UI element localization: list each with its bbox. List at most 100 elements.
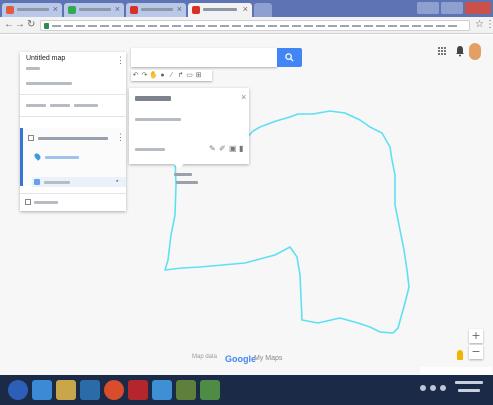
map-canvas[interactable]: Untitled map ⋮ ⋮ ▪ ↶ ↷ ✋ ● ∕ ↱ ▭ ⊞ × ✎ ✐… [0,35,493,375]
map-title[interactable]: Untitled map [26,55,65,62]
marker-icon[interactable]: ● [158,70,167,81]
tab-title-placeholder [203,8,237,11]
tab-favicon [130,6,138,14]
file-explorer-icon[interactable] [56,380,76,400]
browser-tab[interactable]: × [126,3,186,17]
google-logo: Google [225,354,256,364]
drawing-toolbar: ↶ ↷ ✋ ● ∕ ↱ ▭ ⊞ [131,70,212,81]
zoom-in-button[interactable]: + [469,329,483,343]
maximize-button[interactable] [441,2,463,14]
tab-favicon [68,6,76,14]
panel-divider [20,116,126,117]
hand-icon[interactable]: ✋ [149,70,158,81]
panel-divider [20,94,126,95]
map-attribution-placeholder[interactable] [420,367,492,375]
browser-tab[interactable]: × [64,3,124,17]
route-label-placeholder [176,181,198,184]
preview-action-placeholder[interactable] [74,104,98,107]
draw-line-icon[interactable]: ∕ [167,70,176,81]
my-maps-logo: My Maps [254,355,283,362]
os-taskbar [0,375,493,405]
delete-icon[interactable]: ▮ [239,144,243,153]
feature-info-card: × ✎ ✐ ▣ ▮ [129,88,249,169]
browser-menu-icon[interactable]: ⋮ [485,19,493,30]
layer-checkbox[interactable] [28,135,34,141]
style-link-placeholder[interactable] [45,156,79,159]
close-tab-icon[interactable]: × [177,4,182,14]
tray-icon[interactable] [420,385,426,391]
add-layer-action-placeholder[interactable] [26,104,46,107]
date-placeholder [458,389,480,392]
table-icon [34,179,40,185]
layer-item-selected[interactable]: ⋮ ▪ [20,128,126,187]
feature-description-placeholder [135,118,181,121]
map-legend-panel: Untitled map ⋮ ⋮ ▪ [20,52,126,211]
search-input[interactable] [131,48,277,67]
close-tab-icon[interactable]: × [53,4,58,14]
app-icon[interactable] [152,380,172,400]
tab-favicon [192,6,200,14]
pegman-icon[interactable] [457,350,463,360]
tray-icon[interactable] [430,385,436,391]
directions-icon[interactable]: ↱ [176,70,185,81]
tab-favicon [6,6,14,14]
back-arrow-icon[interactable]: ← [4,19,14,30]
forward-arrow-icon[interactable]: → [15,19,25,30]
tab-title-placeholder [17,8,49,11]
tab-title-placeholder [141,8,173,11]
clock-placeholder [455,381,483,384]
opera-icon[interactable] [128,380,148,400]
address-bar-row: ← → ↻ ☆ ⋮ [0,17,493,34]
minimize-button[interactable] [417,2,439,14]
reload-icon[interactable]: ↻ [27,19,35,30]
avatar[interactable] [469,43,481,60]
close-tab-icon[interactable]: × [243,4,248,14]
chrome-icon[interactable] [104,380,124,400]
measure-icon[interactable]: ⊞ [194,70,203,81]
search-button[interactable] [277,48,302,67]
ie-browser-icon[interactable] [32,380,52,400]
start-button-icon[interactable] [8,380,28,400]
secure-lock-icon [44,23,49,29]
paint-style-icon[interactable]: ✎ [209,144,216,153]
tray-icon[interactable] [440,385,446,391]
base-map-checkbox[interactable] [25,199,31,205]
dataset-name-placeholder [44,181,70,184]
layer-name-placeholder [38,137,108,140]
delete-icon[interactable]: ▪ [116,178,118,185]
close-window-button[interactable] [465,2,491,14]
zoom-out-button[interactable]: − [469,345,483,359]
url-text-placeholder [52,25,457,27]
redo-icon[interactable]: ↷ [140,70,149,81]
layer-options-icon[interactable]: ⋮ [116,133,125,142]
app-icon[interactable] [176,380,196,400]
feature-title-placeholder [135,96,171,101]
data-table-row[interactable]: ▪ [32,177,126,187]
undo-icon[interactable]: ↶ [131,70,140,81]
map-description-placeholder [26,82,72,85]
feature-measure-placeholder [135,148,165,151]
app-icon[interactable] [200,380,220,400]
ruler-icon[interactable]: ▭ [185,70,194,81]
new-tab-button[interactable] [254,3,272,17]
browser-tab-active[interactable]: × [188,3,252,17]
url-field[interactable] [40,20,470,31]
close-icon[interactable]: × [241,92,246,102]
base-map-label-placeholder [34,201,58,204]
map-pin-icon [33,152,42,161]
edit-icon[interactable]: ✐ [219,144,226,153]
photo-icon[interactable]: ▣ [229,144,237,153]
media-player-icon[interactable] [80,380,100,400]
apps-grid-icon[interactable] [438,47,447,56]
share-action-placeholder[interactable] [50,104,70,107]
search-icon [285,53,294,62]
close-tab-icon[interactable]: × [115,4,120,14]
map-options-icon[interactable]: ⋮ [116,56,125,65]
notifications-icon[interactable] [455,45,465,57]
map-meta-placeholder [26,67,40,70]
route-label-placeholder [174,173,192,176]
bookmark-star-icon[interactable]: ☆ [475,19,484,30]
browser-tab-strip: × × × × [0,0,493,17]
browser-tab[interactable]: × [2,3,62,17]
map-data-link[interactable]: Map data [192,354,217,360]
